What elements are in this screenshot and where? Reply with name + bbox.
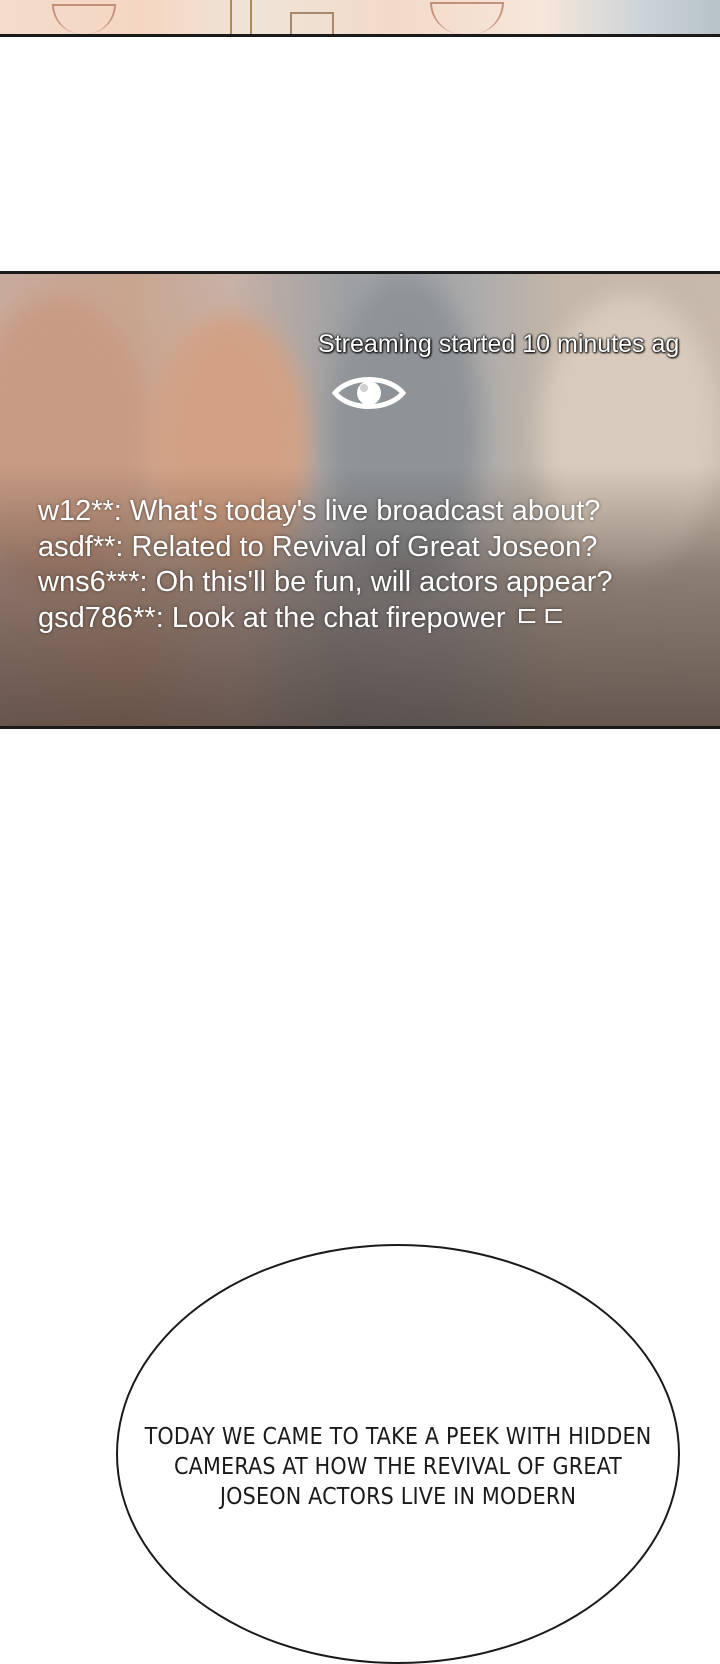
panel-art-detail xyxy=(430,2,504,34)
speech-bubble-text: TODAY WE CAME TO TAKE A PEEK WITH HIDDEN… xyxy=(144,1424,652,1510)
eye-icon xyxy=(332,377,406,409)
panel-art-detail xyxy=(290,12,334,34)
stream-status-text: Streaming started 10 minutes ag xyxy=(318,330,680,358)
livestream-panel: Streaming started 10 minutes ag w12**: W… xyxy=(0,271,720,729)
panel-art-detail xyxy=(230,0,252,34)
panel-art-detail xyxy=(52,4,116,34)
top-comic-panel xyxy=(0,0,720,37)
chat-log: w12**: What's today's live broadcast abo… xyxy=(38,495,613,634)
